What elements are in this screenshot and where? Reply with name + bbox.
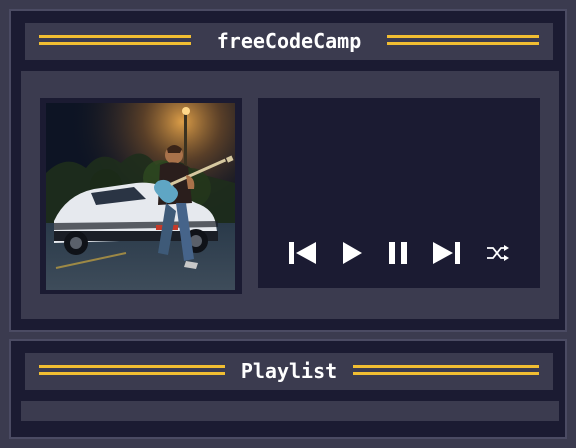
play-icon: [343, 242, 362, 264]
player-panel: freeCodeCamp: [9, 9, 567, 332]
pause-button[interactable]: [384, 238, 412, 268]
playlist-header: Playlist: [25, 353, 553, 390]
playlist-panel: Playlist: [9, 339, 567, 439]
album-cover-image: [46, 103, 235, 290]
shuffle-button[interactable]: [484, 238, 512, 268]
skip-forward-icon: [433, 242, 460, 264]
playlist-songs: [21, 401, 559, 421]
player-title: freeCodeCamp: [216, 29, 362, 53]
previous-button[interactable]: [285, 238, 319, 268]
skip-back-icon: [289, 242, 316, 264]
playlist-title: Playlist: [240, 359, 338, 383]
playback-controls: [258, 238, 540, 268]
pause-icon: [389, 242, 407, 264]
next-button[interactable]: [430, 238, 464, 268]
player-header: freeCodeCamp: [25, 23, 553, 60]
play-button[interactable]: [337, 238, 367, 268]
album-art-frame: [40, 98, 242, 294]
shuffle-icon: [487, 245, 509, 261]
player-content: [21, 71, 559, 319]
player-display: [258, 98, 540, 288]
